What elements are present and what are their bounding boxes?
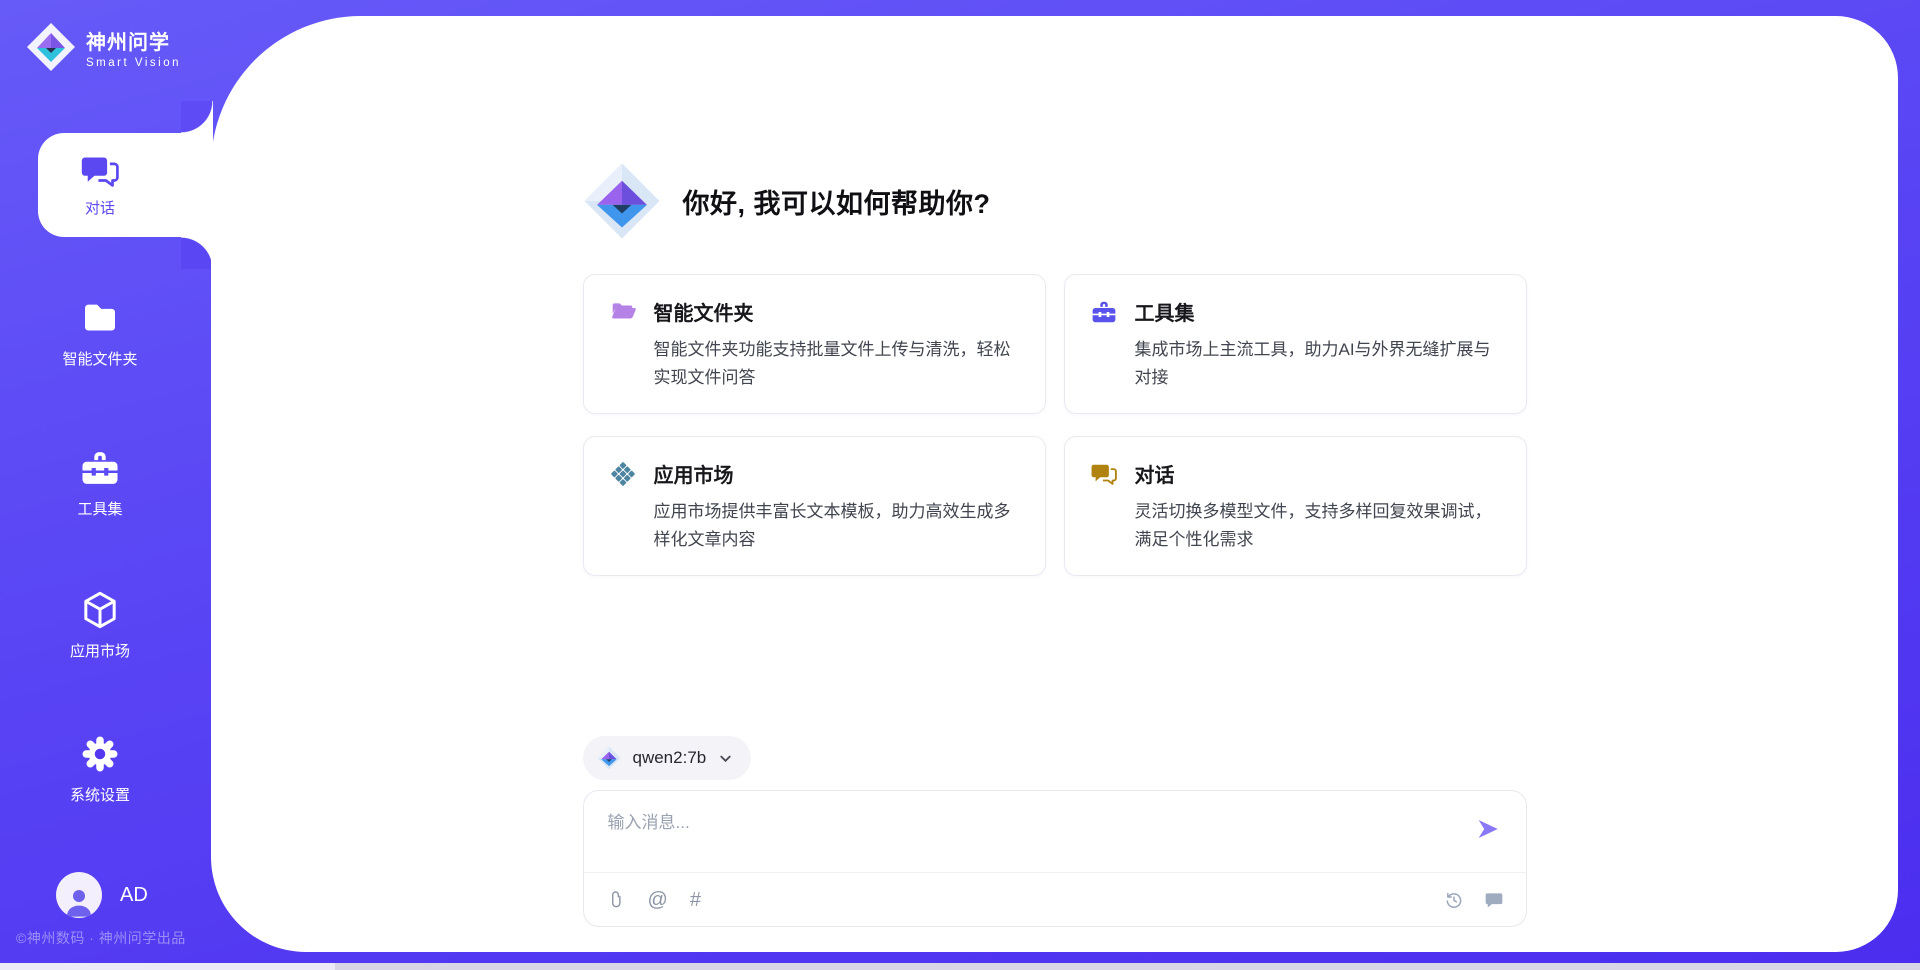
send-icon[interactable] [1476, 817, 1500, 841]
card-title: 智能文件夹 [654, 297, 754, 326]
sidebar-item-settings[interactable]: 系统设置 [0, 734, 200, 805]
card-title: 工具集 [1135, 297, 1195, 326]
sidebar-item-label: 应用市场 [70, 640, 130, 661]
tab-curve-bottom [181, 237, 213, 269]
chat-bubble-icon[interactable] [1484, 890, 1504, 910]
content-panel: 你好, 我可以如何帮助你? 智能文件夹 智能文件夹功能支持批量文件上传与清洗，轻… [211, 16, 1898, 952]
paperclip-icon[interactable] [606, 890, 626, 910]
cube-icon [80, 590, 120, 630]
card-app-market[interactable]: 应用市场 应用市场提供丰富长文本模板，助力高效生成多样化文章内容 [583, 436, 1046, 576]
at-icon[interactable]: @ [648, 890, 668, 910]
grid-icon [610, 461, 636, 487]
sidebar-item-label: 对话 [85, 197, 115, 218]
brand: 神州问学 Smart Vision [26, 22, 181, 72]
avatar [56, 872, 102, 918]
copyright-footer: ©神州数码 · 神州问学出品 [16, 928, 186, 948]
diamond-logo-icon [597, 746, 621, 770]
greeting-section: 你好, 我可以如何帮助你? [583, 162, 1527, 240]
card-toolset[interactable]: 工具集 集成市场上主流工具，助力AI与外界无缝扩展与对接 [1064, 274, 1527, 414]
card-chat[interactable]: 对话 灵活切换多模型文件，支持多样回复效果调试，满足个性化需求 [1064, 436, 1527, 576]
chevron-down-icon [718, 751, 733, 766]
card-title: 应用市场 [654, 459, 734, 488]
sidebar-item-label: 智能文件夹 [62, 348, 137, 369]
tab-curve-top [181, 101, 213, 133]
diamond-logo-icon [583, 162, 661, 240]
brand-name: 神州问学 [86, 26, 181, 55]
folder-open-icon [610, 299, 636, 325]
window-bottom-edge [0, 963, 1920, 970]
sidebar-item-app-market[interactable]: 应用市场 [0, 590, 200, 661]
toolbox-icon [1091, 299, 1117, 325]
sidebar-item-label: 系统设置 [70, 784, 130, 805]
toolbox-icon [80, 448, 120, 488]
sidebar-item-label: 工具集 [77, 498, 122, 519]
card-description: 集成市场上主流工具，助力AI与外界无缝扩展与对接 [1135, 336, 1500, 391]
card-description: 应用市场提供丰富长文本模板，助力高效生成多样化文章内容 [654, 498, 1019, 553]
card-description: 智能文件夹功能支持批量文件上传与清洗，轻松实现文件问答 [654, 336, 1019, 391]
composer-toolbar: @ # [584, 872, 1526, 926]
person-icon [62, 884, 96, 918]
gear-icon [80, 734, 120, 774]
sidebar-item-toolset[interactable]: 工具集 [0, 448, 200, 519]
card-description: 灵活切换多模型文件，支持多样回复效果调试，满足个性化需求 [1135, 498, 1500, 553]
sidebar-item-chat[interactable]: 对话 [38, 133, 213, 237]
feature-cards: 智能文件夹 智能文件夹功能支持批量文件上传与清洗，轻松实现文件问答 工具集 集成… [583, 274, 1527, 576]
folder-icon [80, 298, 120, 338]
message-input[interactable] [584, 791, 1526, 872]
card-smart-folder[interactable]: 智能文件夹 智能文件夹功能支持批量文件上传与清洗，轻松实现文件问答 [583, 274, 1046, 414]
chat-bubbles-icon [81, 152, 119, 190]
sidebar-item-smart-folder[interactable]: 智能文件夹 [0, 298, 200, 369]
message-composer: @ # [583, 790, 1527, 927]
brand-subtitle: Smart Vision [86, 57, 181, 69]
card-title: 对话 [1135, 459, 1175, 488]
app-root: 神州问学 Smart Vision 对话 智能文件夹 工具集 应用市场 系统设置 [0, 0, 1920, 970]
greeting-title: 你好, 我可以如何帮助你? [683, 182, 991, 221]
hash-icon[interactable]: # [690, 890, 701, 910]
user-profile[interactable]: AD [56, 872, 148, 918]
chat-bubbles-icon [1091, 461, 1117, 487]
brand-diamond-logo-icon [26, 22, 76, 72]
model-name: qwen2:7b [633, 748, 707, 768]
history-icon[interactable] [1444, 890, 1464, 910]
user-name: AD [120, 884, 148, 907]
model-selector[interactable]: qwen2:7b [583, 736, 752, 780]
